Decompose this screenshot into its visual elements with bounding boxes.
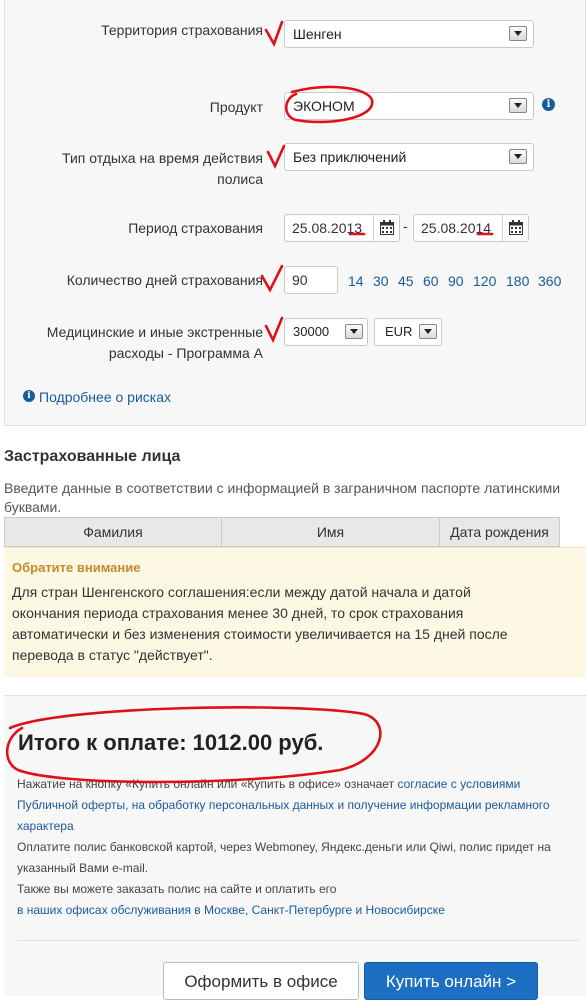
period-from-input[interactable]: 25.08.2013 — [284, 214, 400, 242]
payment-email-text: указанный Вами e-mail. — [17, 861, 149, 875]
days-quick-360[interactable]: 360 — [538, 273, 561, 289]
offices-link[interactable]: в наших офисах обслуживания в Москве, Са… — [17, 900, 579, 921]
rest-type-select[interactable]: Без приключений — [284, 143, 534, 171]
offer-terms-link-cont[interactable]: Публичной оферты, на обработку персональ… — [17, 795, 579, 816]
insured-hint-line2: буквами. — [4, 499, 62, 515]
days-label: Количество дней страхования — [66, 272, 263, 288]
rest-type-label: Тип отдыха на время действия полиса — [20, 148, 263, 190]
period-to-value: 25.08.2014 — [421, 220, 492, 236]
days-quick-120[interactable]: 120 — [473, 273, 496, 289]
medical-amount-select[interactable]: 30000 — [284, 318, 368, 346]
chevron-down-icon — [345, 324, 363, 339]
product-label: Продукт — [209, 99, 263, 115]
days-quick-14[interactable]: 14 — [348, 273, 364, 289]
period-from-value: 25.08.2013 — [292, 220, 363, 236]
offer-terms-link-end[interactable]: характера — [17, 816, 579, 837]
office-payment-text: Также вы можете заказать полис на сайте … — [17, 882, 337, 896]
offer-terms-link[interactable]: согласие с условиями — [397, 777, 520, 791]
territory-value: Шенген — [293, 26, 342, 42]
days-quick-60[interactable]: 60 — [423, 273, 439, 289]
notice-title: Обратите внимание — [12, 560, 141, 575]
currency-value: EUR — [385, 324, 413, 339]
rest-type-value: Без приключений — [293, 149, 407, 165]
days-quick-30[interactable]: 30 — [373, 273, 389, 289]
rest-type-label-line2: полиса — [217, 171, 263, 187]
terms-text: Нажатие на кнопку «Купить онлайн или «Ку… — [17, 777, 395, 791]
period-to-input[interactable]: 25.08.2014 — [413, 214, 529, 242]
notice-line: Для стран Шенгенского соглашения:если ме… — [12, 584, 471, 600]
days-quick-180[interactable]: 180 — [506, 273, 529, 289]
product-value: ЭКОНОМ — [293, 98, 355, 114]
order-in-office-button[interactable]: Оформить в офисе — [163, 962, 359, 1000]
medical-label-line1: Медицинские и иные экстренные — [46, 324, 263, 340]
currency-select[interactable]: EUR — [374, 318, 442, 346]
notice-line: окончания периода страхования менее 30 д… — [12, 605, 464, 621]
product-select[interactable]: ЭКОНОМ — [284, 92, 534, 120]
risks-link[interactable]: Подробнее о рисках — [39, 389, 171, 405]
column-name: Имя — [222, 518, 440, 546]
rest-type-label-line1: Тип отдыха на время действия — [62, 150, 263, 166]
territory-label: Территория страхования — [101, 22, 263, 38]
payment-terms: Нажатие на кнопку «Купить онлайн или «Ку… — [17, 774, 579, 921]
chevron-down-icon — [509, 26, 527, 41]
days-quick-90[interactable]: 90 — [448, 273, 464, 289]
period-separator: - — [403, 218, 408, 234]
insured-hint: Введите данные в соответствии с информац… — [4, 479, 584, 517]
column-birthdate: Дата рождения — [450, 524, 549, 540]
notice-line: перевода в статус "действует". — [12, 647, 213, 663]
chevron-down-icon — [419, 324, 437, 339]
notice-line: автоматически и без изменения стоимости … — [12, 626, 508, 642]
medical-label-line2: расходы - Программа А — [108, 345, 263, 361]
medical-label: Медицинские и иные экстренные расходы - … — [20, 322, 263, 364]
insured-title: Застрахованные лица — [4, 448, 181, 465]
period-label: Период страхования — [128, 220, 263, 236]
territory-select[interactable]: Шенген — [284, 20, 534, 48]
total-amount: Итого к оплате: 1012.00 руб. — [18, 730, 324, 755]
chevron-down-icon — [509, 149, 527, 164]
divider — [17, 940, 579, 941]
medical-amount-value: 30000 — [293, 324, 330, 339]
insured-hint-line1: Введите данные в соответствии с информац… — [4, 480, 561, 496]
days-quick-45[interactable]: 45 — [398, 273, 414, 289]
days-value: 90 — [292, 272, 308, 288]
column-surname: Фамилия — [5, 518, 222, 546]
calendar-icon[interactable] — [502, 215, 528, 241]
info-icon: i — [23, 390, 35, 402]
calendar-icon[interactable] — [373, 215, 399, 241]
days-input[interactable]: 90 — [284, 266, 338, 294]
buy-online-button[interactable]: Купить онлайн > — [364, 962, 538, 1000]
insured-table-header: Фамилия Имя Дата рождения — [4, 517, 560, 547]
payment-methods-text: Оплатите полис банковской картой, через … — [17, 840, 551, 854]
info-icon[interactable]: i — [542, 98, 555, 111]
notice-text: Для стран Шенгенского соглашения:если ме… — [12, 582, 582, 666]
chevron-down-icon — [509, 98, 527, 113]
